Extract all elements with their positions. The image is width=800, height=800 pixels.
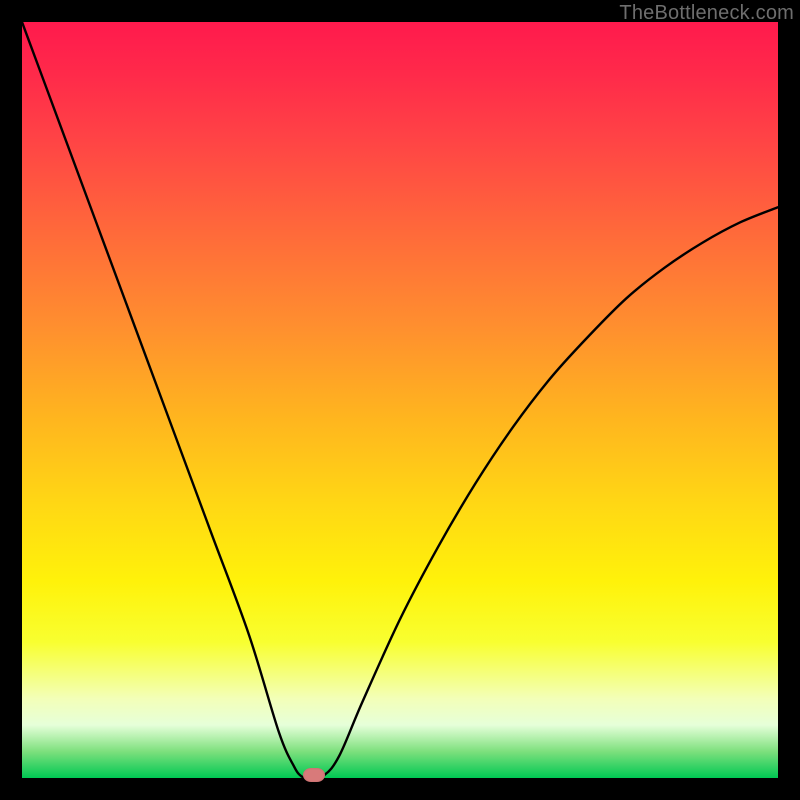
watermark: TheBottleneck.com bbox=[619, 2, 794, 25]
plot-frame bbox=[22, 22, 778, 778]
optimal-point-marker bbox=[303, 768, 325, 782]
gradient-background bbox=[22, 22, 778, 778]
